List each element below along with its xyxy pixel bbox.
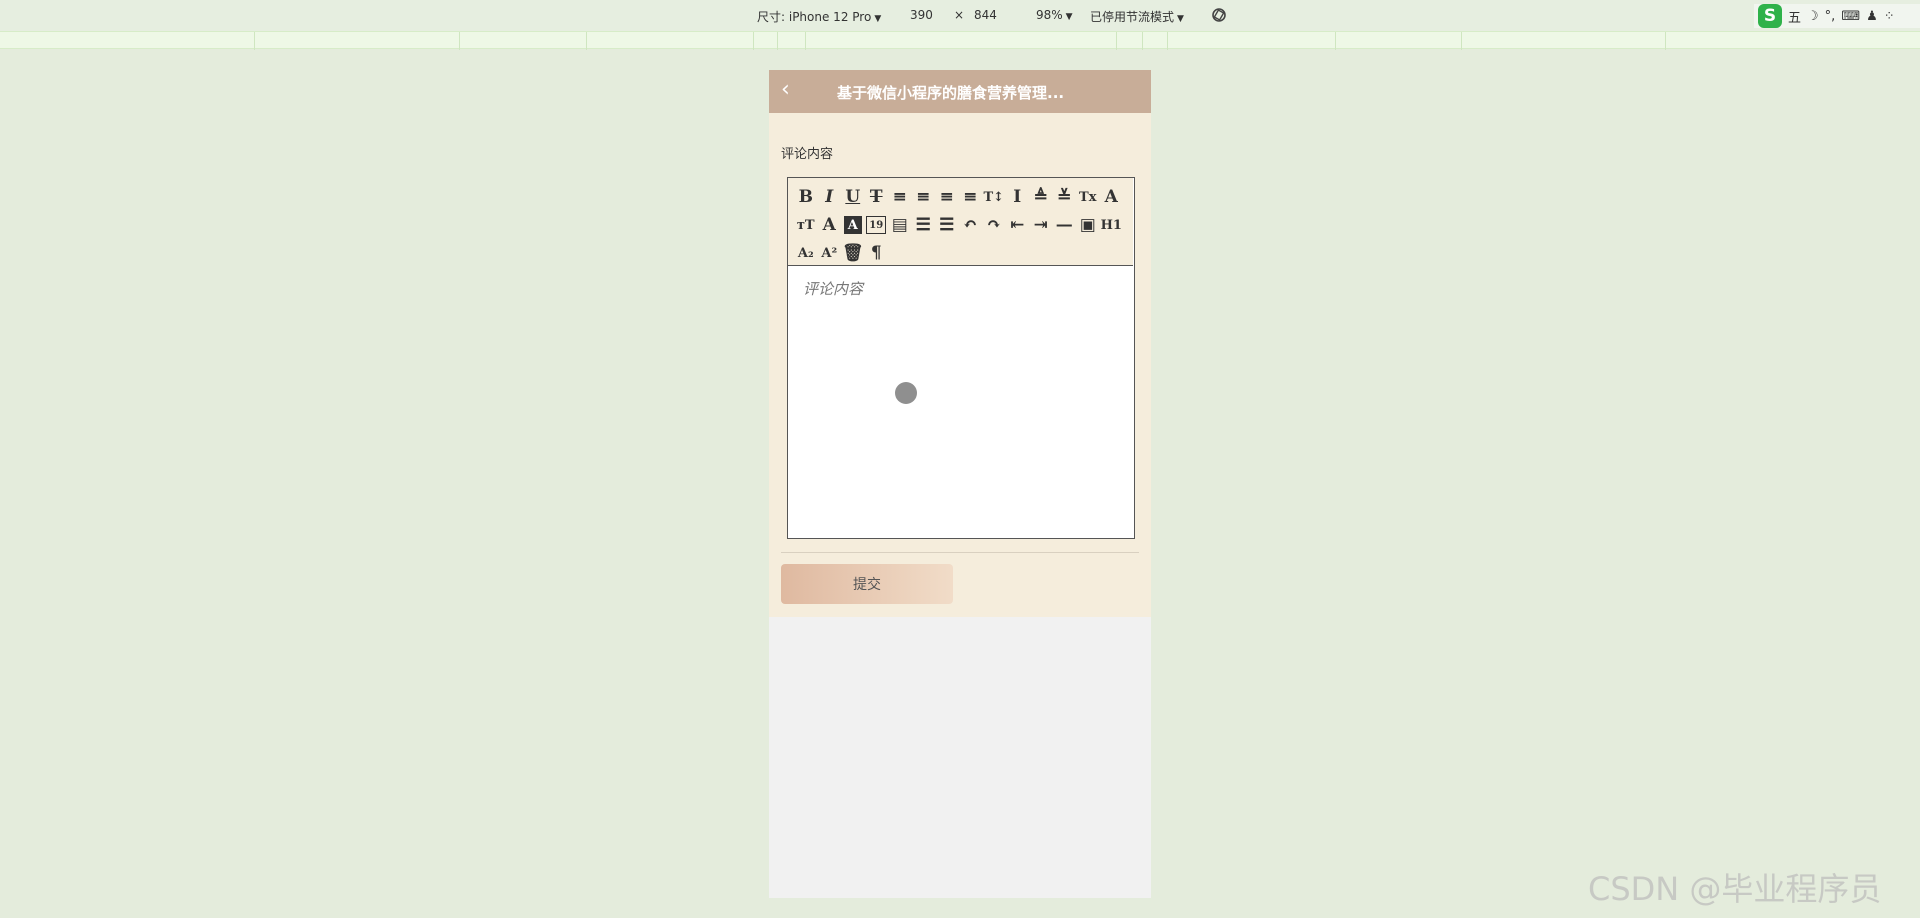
rich-text-editor: B I U T ≡ ≡ ≡ ≡ T↕ I ≜ ≚ Tx AᴛT A A 19 ▤ ☰ ☰ ↶ ↷ ⇤ ⇥ — ▣ H1 A₂ A² 🗑 ¶ … bbox=[787, 177, 1135, 539]
line-height-icon[interactable]: I bbox=[1006, 183, 1030, 211]
redo-icon[interactable]: ↷ bbox=[982, 211, 1006, 239]
submit-button[interactable]: 提交 bbox=[781, 564, 953, 604]
subscript-icon[interactable]: A₂ bbox=[794, 239, 818, 267]
keyboard-icon[interactable]: ⌨ bbox=[1841, 9, 1860, 24]
bullet-list-icon[interactable]: ☰ bbox=[935, 211, 959, 239]
background-color-icon[interactable]: A bbox=[843, 216, 862, 234]
rotate-icon[interactable] bbox=[1210, 6, 1228, 24]
editor-content-area[interactable]: 评论内容 bbox=[788, 266, 1133, 537]
remove-format-icon[interactable]: Tx bbox=[1076, 183, 1100, 211]
device-select[interactable]: 尺寸: iPhone 12 Pro ▼ bbox=[757, 8, 881, 25]
sogou-logo-icon[interactable]: S bbox=[1758, 4, 1782, 28]
watermark: CSDN @毕业程序员 bbox=[1588, 870, 1882, 908]
clear-icon[interactable]: 🗑 bbox=[841, 239, 865, 267]
caret-down-icon: ▼ bbox=[874, 14, 882, 24]
width-input[interactable]: 390 bbox=[910, 8, 933, 22]
bold-icon[interactable]: B bbox=[794, 183, 818, 211]
ime-mode[interactable]: 五 bbox=[1788, 7, 1801, 26]
align-center-icon[interactable]: ≡ bbox=[912, 183, 936, 211]
font-family-icon[interactable]: A bbox=[1100, 183, 1124, 211]
superscript-icon[interactable]: A² bbox=[818, 239, 842, 267]
device-label: 尺寸: iPhone 12 Pro bbox=[757, 10, 872, 24]
outdent-icon[interactable]: ⇤ bbox=[1006, 211, 1030, 239]
editor-toolbar: B I U T ≡ ≡ ≡ ≡ T↕ I ≜ ≚ Tx AᴛT A A 19 ▤ ☰ ☰ ↶ ↷ ⇤ ⇥ — ▣ H1 A₂ A² 🗑 ¶ bbox=[788, 178, 1133, 266]
devtools-bar: 尺寸: iPhone 12 Pro ▼ 390 × 844 98% ▼ 已停用节流模… bbox=[0, 0, 1920, 31]
strikethrough-icon[interactable]: T bbox=[865, 183, 889, 211]
comment-form: 评论内容 B I U T ≡ ≡ ≡ ≡ T↕ I ≜ ≚ Tx AᴛT A A 19 ▤ ☰ ☰ ↶ ↷ ⇤ ⇥ — ▣ H1 A₂… bbox=[769, 113, 1151, 617]
device-ruler bbox=[0, 31, 1920, 50]
zoom-select[interactable]: 98% ▼ bbox=[1036, 8, 1073, 22]
caret-down-icon: ▼ bbox=[1177, 14, 1184, 24]
align-left-icon[interactable]: ≡ bbox=[888, 183, 912, 211]
ime-toolbar: S 五 ☽ °, ⌨ ♟ ⁘ bbox=[1754, 4, 1920, 28]
touch-cursor-indicator bbox=[895, 382, 917, 404]
spacing-after-icon[interactable]: ≚ bbox=[1053, 183, 1077, 211]
spacing-before-icon[interactable]: ≜ bbox=[1029, 183, 1053, 211]
editor-placeholder: 评论内容 bbox=[803, 280, 864, 298]
height-input[interactable]: 844 bbox=[974, 8, 997, 22]
date-icon[interactable]: 19 bbox=[866, 216, 887, 234]
times-sign: × bbox=[954, 8, 965, 22]
field-label: 评论内容 bbox=[781, 147, 834, 162]
navbar: ‹ 基于微信小程序的膳食营养管理... bbox=[769, 70, 1151, 113]
font-size-icon[interactable]: T↕ bbox=[982, 183, 1006, 211]
punctuation-icon[interactable]: °, bbox=[1825, 9, 1836, 24]
caret-down-icon: ▼ bbox=[1065, 12, 1073, 22]
indent-icon[interactable]: ⇥ bbox=[1029, 211, 1053, 239]
horizontal-rule-icon[interactable]: — bbox=[1053, 211, 1077, 239]
apps-icon[interactable]: ⁘ bbox=[1884, 9, 1895, 24]
throttle-label: 已停用节流模式 bbox=[1090, 10, 1175, 24]
moon-icon[interactable]: ☽ bbox=[1807, 9, 1819, 24]
throttle-select[interactable]: 已停用节流模式 ▼ bbox=[1090, 8, 1184, 25]
underline-icon[interactable]: U bbox=[841, 183, 865, 211]
zoom-label: 98% bbox=[1036, 8, 1063, 22]
ordered-list-icon[interactable]: ☰ bbox=[912, 211, 936, 239]
italic-icon[interactable]: I bbox=[818, 183, 842, 211]
page-title: 基于微信小程序的膳食营养管理... bbox=[837, 84, 1065, 102]
undo-icon[interactable]: ↶ bbox=[959, 211, 983, 239]
direction-icon[interactable]: ¶ bbox=[865, 239, 889, 267]
checklist-icon[interactable]: ▤ bbox=[888, 211, 912, 239]
user-icon[interactable]: ♟ bbox=[1866, 9, 1878, 24]
heading-icon[interactable]: H1 bbox=[1100, 211, 1124, 239]
phone-frame: ‹ 基于微信小程序的膳食营养管理... 评论内容 B I U T ≡ ≡ ≡ ≡ T↕ I ≜ ≚ Tx… bbox=[769, 70, 1151, 898]
divider bbox=[781, 552, 1139, 553]
image-icon[interactable]: ▣ bbox=[1076, 211, 1100, 239]
align-right-icon[interactable]: ≡ bbox=[935, 183, 959, 211]
align-justify-icon[interactable]: ≡ bbox=[959, 183, 983, 211]
font-color-icon[interactable]: A bbox=[818, 211, 842, 239]
back-chevron-icon[interactable]: ‹ bbox=[781, 78, 790, 102]
text-size-icon[interactable]: ᴛT bbox=[794, 211, 818, 239]
